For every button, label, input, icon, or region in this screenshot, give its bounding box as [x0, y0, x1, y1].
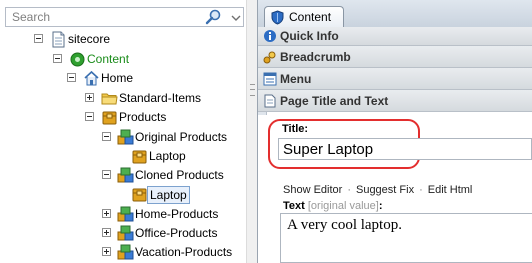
tree-node-label: Products — [119, 110, 167, 124]
products-group-icon — [117, 129, 134, 145]
tree-node-label-selected: Laptop — [147, 186, 190, 204]
laptop-item-icon — [132, 188, 147, 202]
page-title-and-text-fields: Title: Show Editor · Suggest Fix · Edit Html… — [258, 115, 532, 263]
folder-icon — [101, 93, 118, 105]
collapse-toggle[interactable] — [102, 132, 111, 141]
chevron-down-icon[interactable] — [230, 9, 242, 26]
tree-node-laptop-cloned[interactable]: Laptop — [0, 185, 246, 204]
tree-node-cloned-products[interactable]: Cloned Products — [0, 166, 246, 185]
section-label: Menu — [280, 72, 312, 86]
tree-node-home[interactable]: Home — [0, 69, 246, 88]
text-label: Text — [283, 200, 305, 212]
tab-content[interactable]: Content — [264, 6, 344, 28]
tree-node-label: Standard-Items — [119, 91, 202, 105]
products-group-icon — [117, 206, 134, 222]
tree-node-original-products[interactable]: Original Products — [0, 128, 246, 147]
collapse-toggle[interactable] — [85, 112, 94, 121]
tree-node-standard-items[interactable]: Standard-Items — [0, 89, 246, 108]
collapse-toggle[interactable] — [102, 170, 111, 179]
products-group-icon — [117, 244, 134, 260]
text-field-label: Text [original value]: — [283, 200, 382, 212]
products-icon — [102, 111, 117, 125]
tree-node-sitecore[interactable]: sitecore — [0, 30, 246, 49]
search-input[interactable] — [6, 8, 202, 26]
info-icon — [264, 30, 276, 42]
breadcrumb-icon — [263, 51, 276, 64]
tab-label: Content — [289, 10, 332, 24]
page-icon — [264, 94, 276, 108]
section-label: Quick Info — [280, 29, 339, 43]
collapse-toggle[interactable] — [53, 54, 62, 63]
section-page-title-and-text[interactable]: Page Title and Text — [258, 90, 532, 112]
section-label: Breadcrumb — [280, 50, 351, 64]
content-tree-panel: sitecore Content Home — [0, 0, 258, 263]
menu-icon — [263, 72, 277, 86]
tree-node-products[interactable]: Products — [0, 108, 246, 127]
text-field-value: A very cool laptop. — [287, 217, 402, 233]
tree-node-label: sitecore — [68, 32, 111, 46]
search-icon[interactable] — [204, 9, 224, 26]
tree-node-label: Office-Products — [135, 226, 218, 240]
page-icon — [52, 31, 65, 48]
tree-node-vacation-products[interactable]: Vacation-Products — [0, 243, 246, 262]
text-label-colon: : — [378, 200, 383, 212]
collapse-toggle[interactable] — [34, 34, 43, 43]
tree-node-label: Vacation-Products — [135, 245, 233, 259]
edit-html-link[interactable]: Edit Html — [428, 184, 473, 196]
collapse-toggle[interactable] — [67, 73, 76, 82]
expand-toggle[interactable] — [85, 93, 94, 102]
search-box[interactable] — [5, 7, 244, 27]
rich-text-toolbar: Show Editor · Suggest Fix · Edit Html — [283, 184, 472, 196]
section-breadcrumb[interactable]: Breadcrumb — [258, 46, 532, 68]
laptop-item-icon — [132, 150, 147, 164]
tree-node-laptop-original[interactable]: Laptop — [0, 147, 246, 166]
section-menu[interactable]: Menu — [258, 68, 532, 90]
original-value-link[interactable]: [original value] — [308, 200, 379, 212]
show-editor-link[interactable]: Show Editor — [283, 184, 342, 196]
editor-tabstrip: Content — [258, 0, 532, 28]
expand-toggle[interactable] — [102, 228, 111, 237]
content-editor: Content Quick Info Breadcrumb Menu Page … — [258, 0, 532, 263]
tree-node-label: Laptop — [149, 149, 186, 163]
toolbar-separator: · — [419, 184, 423, 196]
expand-toggle[interactable] — [102, 209, 111, 218]
tree-node-office-products[interactable]: Office-Products — [0, 224, 246, 243]
tree-node-label: Cloned Products — [135, 168, 224, 182]
tree-node-content[interactable]: Content — [0, 50, 246, 69]
shield-icon — [271, 10, 284, 25]
suggest-fix-link[interactable]: Suggest Fix — [356, 184, 414, 196]
products-group-icon — [117, 225, 134, 241]
products-group-icon — [117, 167, 134, 183]
splitter-grip-icon[interactable] — [250, 84, 255, 96]
tree-node-home-products[interactable]: Home-Products — [0, 205, 246, 224]
tree-node-label: Home-Products — [135, 207, 219, 221]
text-field-editor[interactable]: A very cool laptop. — [280, 213, 532, 263]
tree-node-label: Content — [87, 52, 130, 66]
toolbar-separator: · — [347, 184, 351, 196]
home-icon — [84, 70, 99, 86]
tree-node-label: Home — [101, 71, 134, 85]
title-field-label: Title: — [282, 123, 309, 135]
section-label: Page Title and Text — [280, 94, 389, 108]
section-quick-info[interactable]: Quick Info — [258, 27, 532, 46]
content-icon — [70, 52, 85, 67]
expand-toggle[interactable] — [102, 247, 111, 256]
tree-node-label: Original Products — [135, 130, 228, 144]
splitter[interactable] — [246, 0, 257, 263]
title-field[interactable] — [278, 138, 532, 160]
